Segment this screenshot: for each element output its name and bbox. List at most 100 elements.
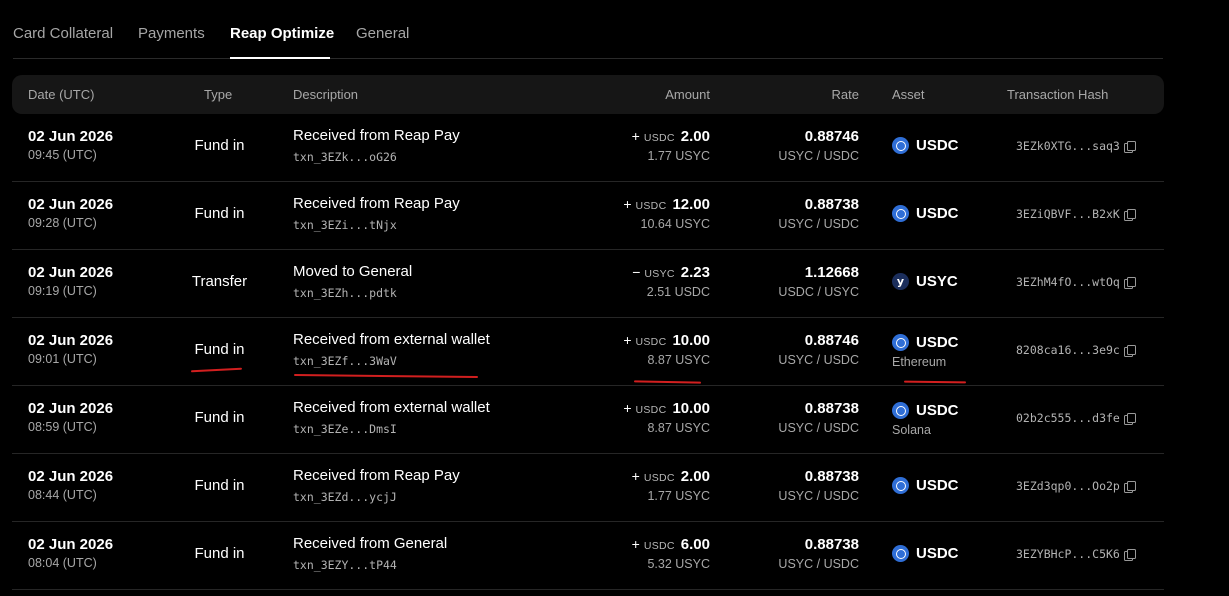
row-asset: USDC bbox=[892, 205, 959, 222]
row-time: 09:28 (UTC) bbox=[28, 216, 97, 230]
copy-icon[interactable] bbox=[1123, 140, 1136, 153]
row-rate-pair: USYC / USDC bbox=[778, 353, 859, 367]
row-rate: 0.88738 bbox=[804, 536, 859, 553]
amount-currency: USDC bbox=[635, 404, 667, 416]
row-txn-id: txn_3EZY...tP44 bbox=[293, 558, 397, 572]
copy-icon[interactable] bbox=[1123, 344, 1136, 357]
row-time: 08:44 (UTC) bbox=[28, 488, 97, 502]
amount-sign: + bbox=[623, 400, 632, 416]
row-amount-converted: 5.32 USYC bbox=[647, 557, 710, 571]
amount-currency: USDC bbox=[643, 540, 675, 552]
copy-icon[interactable] bbox=[1123, 208, 1136, 221]
row-type: Transfer bbox=[191, 273, 248, 290]
row-amount-converted: 8.87 USYC bbox=[647, 353, 710, 367]
amount-sign: + bbox=[623, 196, 632, 212]
usdc-icon bbox=[892, 545, 909, 562]
row-asset: USDC bbox=[892, 545, 959, 562]
amount-value: 12.00 bbox=[672, 196, 710, 213]
table-row[interactable]: 02 Jun 2026 09:28 (UTC) Fund in Received fr… bbox=[12, 182, 1164, 250]
row-amount-converted: 10.64 USYC bbox=[640, 217, 710, 231]
usyc-icon: y bbox=[892, 273, 909, 290]
table-row[interactable]: 02 Jun 2026 08:04 (UTC) Fund in Received fr… bbox=[12, 522, 1164, 590]
copy-icon[interactable] bbox=[1123, 480, 1136, 493]
amount-sign: + bbox=[623, 332, 632, 348]
amount-sign: + bbox=[631, 128, 640, 144]
amount-value: 10.00 bbox=[672, 400, 710, 417]
row-rate: 0.88746 bbox=[804, 128, 859, 145]
table-row[interactable]: 02 Jun 2026 09:01 (UTC) Fund in Received fr… bbox=[12, 318, 1164, 386]
usdc-icon bbox=[892, 402, 909, 419]
row-rate: 0.88746 bbox=[804, 332, 859, 349]
row-description: Received from external wallet bbox=[293, 399, 490, 416]
row-type: Fund in bbox=[194, 409, 245, 426]
amount-currency: USDC bbox=[635, 200, 667, 212]
row-type: Fund in bbox=[194, 477, 245, 494]
row-amount-converted: 2.51 USDC bbox=[646, 285, 710, 299]
hash-text: 3EZiQBVF...B2xK bbox=[1016, 207, 1120, 221]
amount-currency: USYC bbox=[644, 268, 675, 280]
table-row[interactable]: 02 Jun 2026 08:44 (UTC) Fund in Received fr… bbox=[12, 454, 1164, 522]
row-type: Fund in bbox=[194, 545, 245, 562]
row-txn-id: txn_3EZi...tNjx bbox=[293, 218, 397, 232]
row-amount-converted: 8.87 USYC bbox=[647, 421, 710, 435]
column-header-amount: Amount bbox=[665, 87, 710, 102]
column-header-transaction-hash: Transaction Hash bbox=[1007, 87, 1109, 102]
row-rate: 0.88738 bbox=[804, 400, 859, 417]
row-transaction-hash: 3EZYBHcP...C5K6 bbox=[1016, 547, 1136, 561]
column-header-rate: Rate bbox=[831, 87, 859, 102]
hash-text: 3EZd3qp0...Oo2p bbox=[1016, 479, 1120, 493]
usdc-icon bbox=[892, 477, 909, 494]
row-amount-converted: 1.77 USYC bbox=[647, 489, 710, 503]
row-asset: USDC bbox=[892, 137, 959, 154]
copy-icon[interactable] bbox=[1123, 412, 1136, 425]
row-asset: USDC bbox=[892, 477, 959, 494]
usdc-icon bbox=[892, 334, 909, 351]
row-amount: + USDC 6.00 bbox=[632, 536, 710, 553]
usdc-icon bbox=[892, 205, 909, 222]
row-transaction-hash: 8208ca16...3e9c bbox=[1016, 343, 1136, 357]
row-time: 08:04 (UTC) bbox=[28, 556, 97, 570]
row-rate: 1.12668 bbox=[804, 264, 859, 281]
row-time: 08:59 (UTC) bbox=[28, 420, 97, 434]
row-transaction-hash: 3EZiQBVF...B2xK bbox=[1016, 207, 1136, 221]
tab-card-collateral[interactable]: Card Collateral bbox=[13, 25, 113, 42]
active-tab-indicator bbox=[230, 57, 330, 59]
asset-symbol: USDC bbox=[916, 205, 959, 222]
row-time: 09:01 (UTC) bbox=[28, 352, 97, 366]
row-transaction-hash: 3EZk0XTG...saq3 bbox=[1016, 139, 1136, 153]
row-description: Received from Reap Pay bbox=[293, 467, 460, 484]
row-type: Fund in bbox=[194, 137, 245, 154]
table-row[interactable]: 02 Jun 2026 09:19 (UTC) Transfer Moved to G… bbox=[12, 250, 1164, 318]
row-type: Fund in bbox=[194, 341, 245, 358]
tab-reap-optimize[interactable]: Reap Optimize bbox=[230, 25, 334, 42]
row-asset: y USYC bbox=[892, 273, 958, 290]
copy-icon[interactable] bbox=[1123, 276, 1136, 289]
row-date: 02 Jun 2026 bbox=[28, 400, 114, 417]
hash-text: 3EZk0XTG...saq3 bbox=[1016, 139, 1120, 153]
amount-sign: + bbox=[631, 468, 640, 484]
row-amount: + USDC 10.00 bbox=[623, 332, 710, 349]
row-date: 02 Jun 2026 bbox=[28, 128, 114, 145]
usdc-icon bbox=[892, 137, 909, 154]
table-row[interactable]: 02 Jun 2026 08:59 (UTC) Fund in Received fr… bbox=[12, 386, 1164, 454]
row-description: Received from General bbox=[293, 535, 448, 552]
amount-currency: USDC bbox=[643, 132, 675, 144]
row-chain: Ethereum bbox=[892, 355, 947, 369]
column-header-type: Type bbox=[204, 87, 233, 102]
row-txn-id: txn_3EZk...oG26 bbox=[293, 150, 397, 164]
row-amount: + USDC 2.00 bbox=[632, 468, 710, 485]
table-row[interactable]: 02 Jun 2026 09:45 (UTC) Fund in Received fr… bbox=[12, 114, 1164, 182]
copy-icon[interactable] bbox=[1123, 548, 1136, 561]
row-transaction-hash: 02b2c555...d3fe bbox=[1016, 411, 1136, 425]
row-asset: USDC bbox=[892, 334, 959, 351]
row-amount-converted: 1.77 USYC bbox=[647, 149, 710, 163]
asset-symbol: USDC bbox=[916, 334, 959, 351]
amount-value: 2.23 bbox=[680, 264, 710, 281]
tab-payments[interactable]: Payments bbox=[138, 25, 205, 42]
row-rate-pair: USYC / USDC bbox=[778, 557, 859, 571]
tab-general[interactable]: General bbox=[356, 25, 409, 42]
row-txn-id: txn_3EZh...pdtk bbox=[293, 286, 397, 300]
hash-text: 3EZhM4fO...wtOq bbox=[1016, 275, 1120, 289]
amount-currency: USDC bbox=[635, 336, 667, 348]
table-header: Date (UTC) Type Description Amount Rate … bbox=[12, 75, 1164, 114]
